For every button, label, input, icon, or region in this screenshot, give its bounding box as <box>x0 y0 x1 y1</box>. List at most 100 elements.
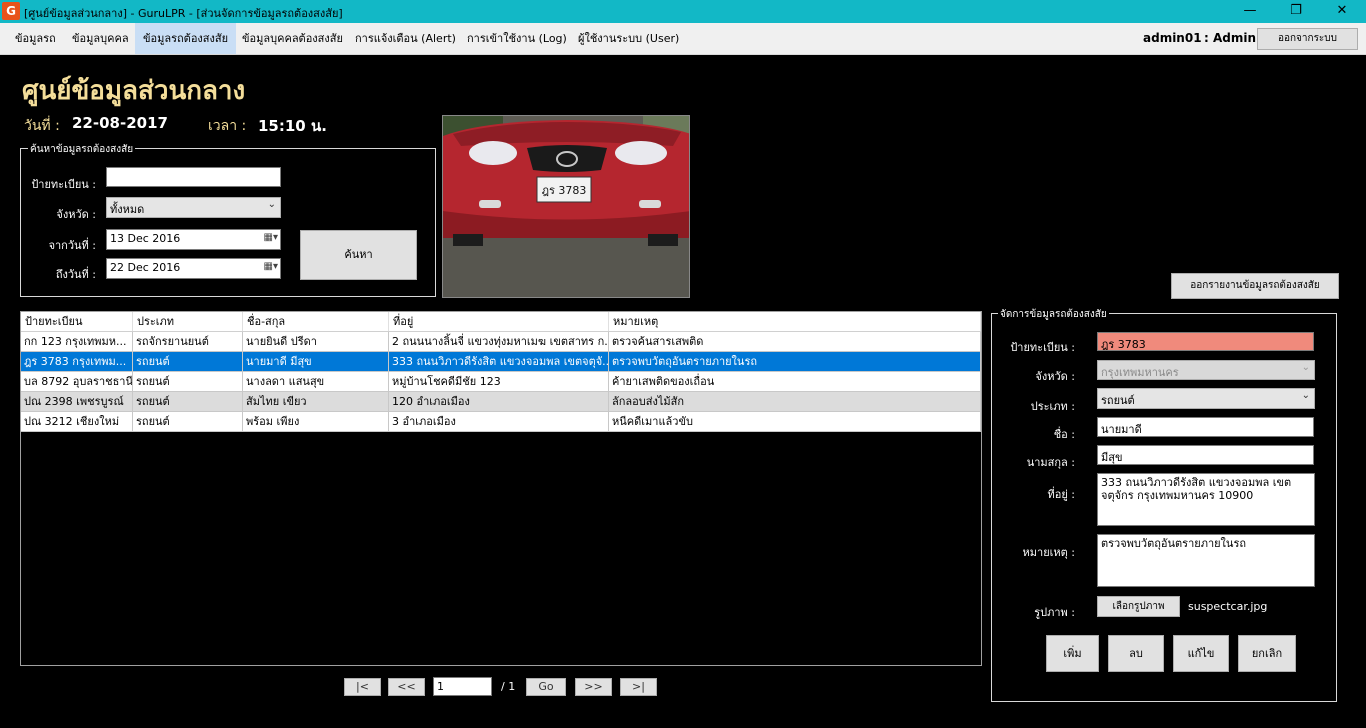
cell-name: นางลดา แสนสุข <box>243 372 389 391</box>
manage-plate-input[interactable]: ฎร 3783 <box>1097 332 1314 351</box>
go-button[interactable]: Go <box>526 678 566 696</box>
app-logo-icon: G <box>2 2 20 20</box>
manage-address-label: ที่อยู่ : <box>1047 488 1075 501</box>
image-filename: suspectcar.jpg <box>1188 600 1268 613</box>
search-to-value: 22 Dec 2016 <box>110 261 181 274</box>
add-button[interactable]: เพิ่ม <box>1046 635 1099 672</box>
manage-type-label: ประเภท : <box>1030 400 1075 413</box>
cell-note: หนีคดีเมาแล้วขับ <box>609 412 981 431</box>
current-role: : Admin <box>1204 31 1257 45</box>
manage-address-input[interactable]: 333 ถนนวิภาวดีรังสิต แขวงจอมพล เขตจตุจัก… <box>1097 473 1315 526</box>
cell-note: ค้ายาเสพติดของเถื่อน <box>609 372 981 391</box>
time-label: เวลา : <box>208 118 247 134</box>
cell-plate: ปณ 2398 เพชรบูรณ์ <box>21 392 133 411</box>
cell-type: รถยนต์ <box>133 352 243 371</box>
search-plate-label: ป้ายทะเบียน : <box>31 178 96 191</box>
manage-note-input[interactable]: ตรวจพบวัตถุอันตรายภายในรถ <box>1097 534 1315 587</box>
suspect-car-photo: ฎร 3783 <box>442 115 690 298</box>
cell-address: 120 อำเภอเมือง <box>389 392 609 411</box>
search-province-label: จังหวัด : <box>56 208 96 221</box>
minimize-button[interactable]: — <box>1227 0 1273 23</box>
search-plate-input[interactable] <box>106 167 281 187</box>
cell-note: ตรวจค้นสารเสพติด <box>609 332 981 351</box>
manage-lastname-label: นามสกุล : <box>1026 456 1075 469</box>
chevron-down-icon: ⌄ <box>1301 390 1310 401</box>
search-from-date[interactable]: 13 Dec 2016 ▦▾ <box>106 229 281 250</box>
title-bar[interactable]: G [ศูนย์ข้อมูลส่วนกลาง] - GuruLPR - [ส่ว… <box>0 0 1366 23</box>
car-image: ฎร 3783 <box>443 116 689 297</box>
cell-address: 333 ถนนวิภาวดีรังสิต แขวงจอมพล เขตจตุจั.… <box>389 352 609 371</box>
current-user: admin01 <box>1143 31 1202 45</box>
close-button[interactable]: ✕ <box>1319 0 1365 23</box>
manage-firstname-input[interactable]: นายมาดี <box>1097 417 1314 437</box>
manage-type-select[interactable]: รถยนต์ ⌄ <box>1097 388 1315 409</box>
calendar-icon[interactable]: ▦▾ <box>264 261 278 272</box>
prev-page-button[interactable]: << <box>388 678 425 696</box>
cell-type: รถจักรยานยนต์ <box>133 332 243 351</box>
column-header-address[interactable]: ที่อยู่ <box>389 312 609 331</box>
menu-item-suspect-person[interactable]: ข้อมูลบุคคลต้องสงสัย <box>234 23 351 54</box>
cell-type: รถยนต์ <box>133 392 243 411</box>
edit-button[interactable]: แก้ไข <box>1173 635 1229 672</box>
choose-image-button[interactable]: เลือกรูปภาพ <box>1097 596 1180 617</box>
chevron-down-icon: ⌄ <box>1301 362 1310 373</box>
table-row-selected[interactable]: ฎร 3783 กรุงเทพม... รถยนต์ นายมาดี มีสุข… <box>21 352 981 372</box>
search-province-select[interactable]: ทั้งหมด ⌄ <box>106 197 281 218</box>
manage-type-value: รถยนต์ <box>1101 394 1135 407</box>
table-row[interactable]: บล 8792 อุบลราชธานี รถยนต์ นางลดา แสนสุข… <box>21 372 981 392</box>
cell-plate: บล 8792 อุบลราชธานี <box>21 372 133 391</box>
search-from-value: 13 Dec 2016 <box>110 232 181 245</box>
search-to-label: ถึงวันที่ : <box>55 268 96 281</box>
menu-item-user[interactable]: ผู้ใช้งานระบบ (User) <box>570 23 687 54</box>
table-row[interactable]: ปณ 3212 เชียงใหม่ รถยนต์ พร้อม เพียง 3 อ… <box>21 412 981 432</box>
manage-plate-label: ป้ายทะเบียน : <box>1010 341 1075 354</box>
search-to-date[interactable]: 22 Dec 2016 ▦▾ <box>106 258 281 279</box>
delete-button[interactable]: ลบ <box>1108 635 1164 672</box>
search-province-value: ทั้งหมด <box>110 203 145 216</box>
next-page-button[interactable]: >> <box>575 678 612 696</box>
cell-name: สัมไทย เขียว <box>243 392 389 411</box>
menu-item-alert[interactable]: การแจ้งเตือน (Alert) <box>347 23 464 54</box>
column-header-note[interactable]: หมายเหตุ <box>609 312 981 331</box>
table-row[interactable]: ปณ 2398 เพชรบูรณ์ รถยนต์ สัมไทย เขียว 12… <box>21 392 981 412</box>
cell-name: พร้อม เพียง <box>243 412 389 431</box>
manage-group-title: จัดการข้อมูลรถต้องสงสัย <box>998 307 1109 322</box>
menu-item-suspect-car[interactable]: ข้อมูลรถต้องสงสัย <box>135 23 237 54</box>
column-header-name[interactable]: ชื่อ-สกุล <box>243 312 389 331</box>
table-row[interactable]: กก 123 กรุงเทพมห... รถจักรยานยนต์ นายยิน… <box>21 332 981 352</box>
cell-name: นายยินดี ปรีดา <box>243 332 389 351</box>
manage-province-select: กรุงเทพมหานคร ⌄ <box>1097 360 1315 380</box>
cell-address: 2 ถนนนางลิ้นจี่ แขวงทุ่งมหาเมฆ เขตสาทร ก… <box>389 332 609 351</box>
page-total: / 1 <box>501 680 516 693</box>
manage-province-label: จังหวัด : <box>1035 370 1075 383</box>
first-page-button[interactable]: |< <box>344 678 381 696</box>
cell-name: นายมาดี มีสุข <box>243 352 389 371</box>
suspect-car-table[interactable]: ป้ายทะเบียน ประเภท ชื่อ-สกุล ที่อยู่ หมา… <box>20 311 982 666</box>
date-label: วันที่ : <box>24 118 60 134</box>
logout-button[interactable]: ออกจากระบบ <box>1257 28 1358 50</box>
manage-province-value: กรุงเทพมหานคร <box>1101 366 1179 379</box>
cell-note: ตรวจพบวัตถุอันตรายภายในรถ <box>609 352 981 371</box>
cell-address: 3 อำเภอเมือง <box>389 412 609 431</box>
manage-lastname-input[interactable]: มีสุข <box>1097 445 1314 465</box>
search-group-title: ค้นหาข้อมูลรถต้องสงสัย <box>28 142 136 157</box>
restore-button[interactable]: ❐ <box>1273 0 1319 23</box>
menu-item-log[interactable]: การเข้าใช้งาน (Log) <box>459 23 575 54</box>
export-report-button[interactable]: ออกรายงานข้อมูลรถต้องสงสัย <box>1171 273 1339 299</box>
cancel-button[interactable]: ยกเลิก <box>1238 635 1296 672</box>
calendar-icon[interactable]: ▦▾ <box>264 232 278 243</box>
column-header-type[interactable]: ประเภท <box>133 312 243 331</box>
last-page-button[interactable]: >| <box>620 678 657 696</box>
menu-bar: ข้อมูลรถ ข้อมูลบุคคล ข้อมูลรถต้องสงสัย ข… <box>0 23 1366 55</box>
menu-item-person-data[interactable]: ข้อมูลบุคคล <box>64 23 137 54</box>
cell-type: รถยนต์ <box>133 412 243 431</box>
menu-item-car-data[interactable]: ข้อมูลรถ <box>7 23 64 54</box>
column-header-plate[interactable]: ป้ายทะเบียน <box>21 312 133 331</box>
cell-type: รถยนต์ <box>133 372 243 391</box>
date-value: 22-08-2017 <box>72 114 168 132</box>
table-header: ป้ายทะเบียน ประเภท ชื่อ-สกุล ที่อยู่ หมา… <box>21 312 981 332</box>
search-button[interactable]: ค้นหา <box>300 230 417 280</box>
search-from-label: จากวันที่ : <box>48 239 96 252</box>
cell-address: หมู่บ้านโชคดีมีชัย 123 <box>389 372 609 391</box>
page-number-input[interactable]: 1 <box>433 677 492 696</box>
